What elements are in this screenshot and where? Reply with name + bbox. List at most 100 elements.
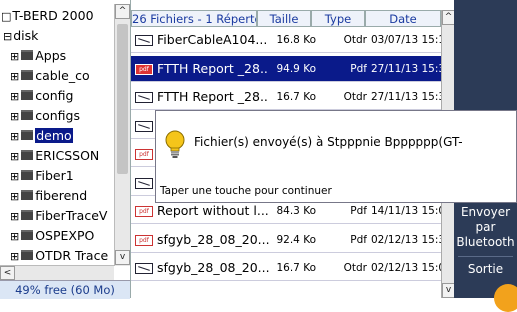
tree-item[interactable]: ⊞ fiberend	[10, 186, 87, 206]
column-header-date[interactable]: Date	[365, 10, 441, 27]
file-type: Pdf	[350, 62, 367, 75]
tree-item-label: configs	[35, 108, 80, 123]
expand-icon[interactable]: ⊞	[10, 170, 19, 183]
tree-horizontal-scrollbar[interactable]: <	[0, 265, 114, 280]
file-size: 16.8 Ko	[276, 34, 316, 46]
tree-item[interactable]: ⊞ ERICSSON	[10, 146, 99, 166]
folder-icon	[21, 90, 34, 100]
dialog-hint: Taper une touche pour continuer	[160, 185, 332, 197]
tree-item[interactable]: ⊞ Fiber1	[10, 166, 74, 186]
expand-icon[interactable]: ⊞	[10, 50, 19, 63]
side-divider	[458, 256, 513, 257]
file-type: Pdf	[350, 233, 367, 246]
file-type: Otdr	[343, 34, 367, 46]
file-date: 27/11/13 15:30	[371, 62, 443, 75]
file-type: Otdr	[343, 262, 367, 274]
file-name: sfgyb_28_08_20...	[157, 231, 269, 247]
file-size: 92.4 Ko	[276, 233, 316, 246]
tree-item[interactable]: ⊞ OTDR Trace	[10, 246, 108, 266]
tree-item[interactable]: ⊞ FiberTraceV	[10, 206, 107, 226]
send-bluetooth-label-line-3: Bluetooth	[456, 235, 515, 249]
otdr-trace-icon	[135, 177, 153, 189]
tree-item-label: OTDR Trace	[35, 248, 109, 263]
pdf-file-icon: pdf	[135, 234, 153, 246]
tree-item[interactable]: ⊞ cable_co	[10, 66, 90, 86]
tree-item-label: OSPEXPO	[35, 228, 95, 243]
tree-item-label: FiberTraceV	[35, 208, 108, 223]
file-name: FTTH Report _28...	[157, 60, 269, 76]
device-icon[interactable]: □	[1, 10, 11, 23]
tree-scroll-left-button[interactable]: <	[0, 266, 15, 280]
folder-icon	[21, 50, 34, 60]
expand-icon[interactable]: ⊞	[10, 110, 19, 123]
tree-item[interactable]: ⊟disk	[3, 26, 38, 46]
tree-scroll-up-button[interactable]: ^	[115, 4, 130, 19]
send-bluetooth-label-line-1: Envoyer	[460, 205, 511, 219]
file-name: FTTH Report _28...	[157, 89, 269, 104]
column-header-size[interactable]: Taille	[257, 10, 311, 27]
pdf-file-icon: pdf	[135, 206, 153, 217]
tree-item[interactable]: ⊞ OSPEXPO	[10, 226, 94, 246]
tree-scroll-thumb[interactable]	[117, 24, 128, 174]
tree-item-label: config	[35, 88, 74, 103]
folder-icon	[21, 170, 34, 180]
tree-item-label: disk	[13, 28, 39, 43]
expand-icon[interactable]: ⊞	[10, 230, 19, 243]
send-bluetooth-label-line-2: par	[475, 220, 496, 234]
file-row[interactable]: pdf sfgyb_28_08_20... 92.4 Ko Pdf 02/12/13 1…	[131, 227, 443, 253]
dialog-message: Fichier(s) envoyé(s) à Stpppnie Bpppppp(…	[194, 135, 463, 149]
expand-icon[interactable]: ⊞	[10, 150, 19, 163]
pdf-file-icon: pdf	[135, 149, 153, 160]
free-space-status: 49% free (60 Mo)	[0, 280, 130, 299]
collapse-icon[interactable]: ⊟	[3, 30, 12, 43]
tree-vertical-scrollbar[interactable]: ^ v	[114, 4, 130, 266]
folder-icon	[21, 130, 34, 140]
folder-icon	[21, 110, 34, 120]
file-row[interactable]: sfgyb_28_08_20... 16.7 Ko Otdr 02/12/13 15:…	[131, 255, 443, 281]
tree-item-label: ERICSSON	[35, 148, 100, 163]
column-header-name[interactable]: 26 Fichiers - 1 Répertoires	[131, 10, 257, 27]
expand-icon[interactable]: ⊞	[10, 250, 19, 263]
file-type: Otdr	[343, 91, 367, 103]
tree-item[interactable]: ⊞ configs	[10, 106, 80, 126]
tree-item-label: cable_co	[35, 68, 90, 83]
expand-icon[interactable]: ⊞	[10, 90, 19, 103]
tree-item[interactable]: ⊞ demo	[10, 126, 73, 146]
otdr-trace-icon	[135, 92, 153, 103]
file-date: 27/11/13 15:30	[371, 91, 443, 103]
expand-icon[interactable]: ⊞	[10, 70, 19, 83]
tree-scroll-down-button[interactable]: v	[115, 250, 130, 265]
folder-icon	[21, 70, 34, 80]
folder-icon	[21, 250, 34, 260]
tree-item[interactable]: ⊞ config	[10, 86, 73, 106]
transfer-complete-dialog[interactable]: Fichier(s) envoyé(s) à Stpppnie Bpppppp(…	[155, 110, 517, 203]
file-row[interactable]: FTTH Report _28... 16.7 Ko Otdr 27/11/13 15…	[131, 84, 443, 110]
app-corner-icon[interactable]	[494, 284, 517, 312]
exit-button[interactable]: Sortie	[454, 262, 517, 277]
tree-item-label: demo	[35, 128, 73, 143]
file-date: 02/12/13 15:30	[371, 233, 443, 246]
send-bluetooth-button[interactable]: Envoyer par Bluetooth	[454, 205, 517, 250]
file-row[interactable]: pdf FTTH Report _28... 94.9 Ko Pdf 27/11/13 …	[131, 55, 443, 82]
tree-item-label: Apps	[35, 48, 67, 63]
tree-item[interactable]: □T-BERD 2000	[1, 6, 94, 26]
lightbulb-icon	[165, 130, 185, 158]
folder-icon	[21, 210, 34, 220]
column-header-type[interactable]: Type	[311, 10, 365, 27]
otdr-trace-icon	[135, 35, 153, 46]
tree-item-label: fiberend	[35, 188, 88, 203]
tree-item-label: T-BERD 2000	[12, 8, 94, 23]
expand-icon[interactable]: ⊞	[10, 130, 19, 143]
tree-item[interactable]: ⊞ Apps	[10, 46, 66, 66]
folder-icon	[21, 150, 34, 160]
folder-tree[interactable]: □T-BERD 2000 ⊟disk ⊞ Apps ⊞ cable_co ⊞ config ⊞ c…	[0, 0, 131, 298]
file-name: sfgyb_28_08_20...	[157, 260, 269, 275]
otdr-trace-icon	[135, 263, 153, 274]
file-date: 02/12/13 15:02	[371, 262, 443, 274]
folder-icon	[21, 230, 34, 240]
otdr-trace-icon	[135, 120, 153, 132]
file-row[interactable]: FiberCableA104... 16.8 Ko Otdr 03/07/13 15:…	[131, 27, 443, 53]
expand-icon[interactable]: ⊞	[10, 210, 19, 223]
expand-icon[interactable]: ⊞	[10, 190, 19, 203]
tree-item-label: Fiber1	[35, 168, 74, 183]
